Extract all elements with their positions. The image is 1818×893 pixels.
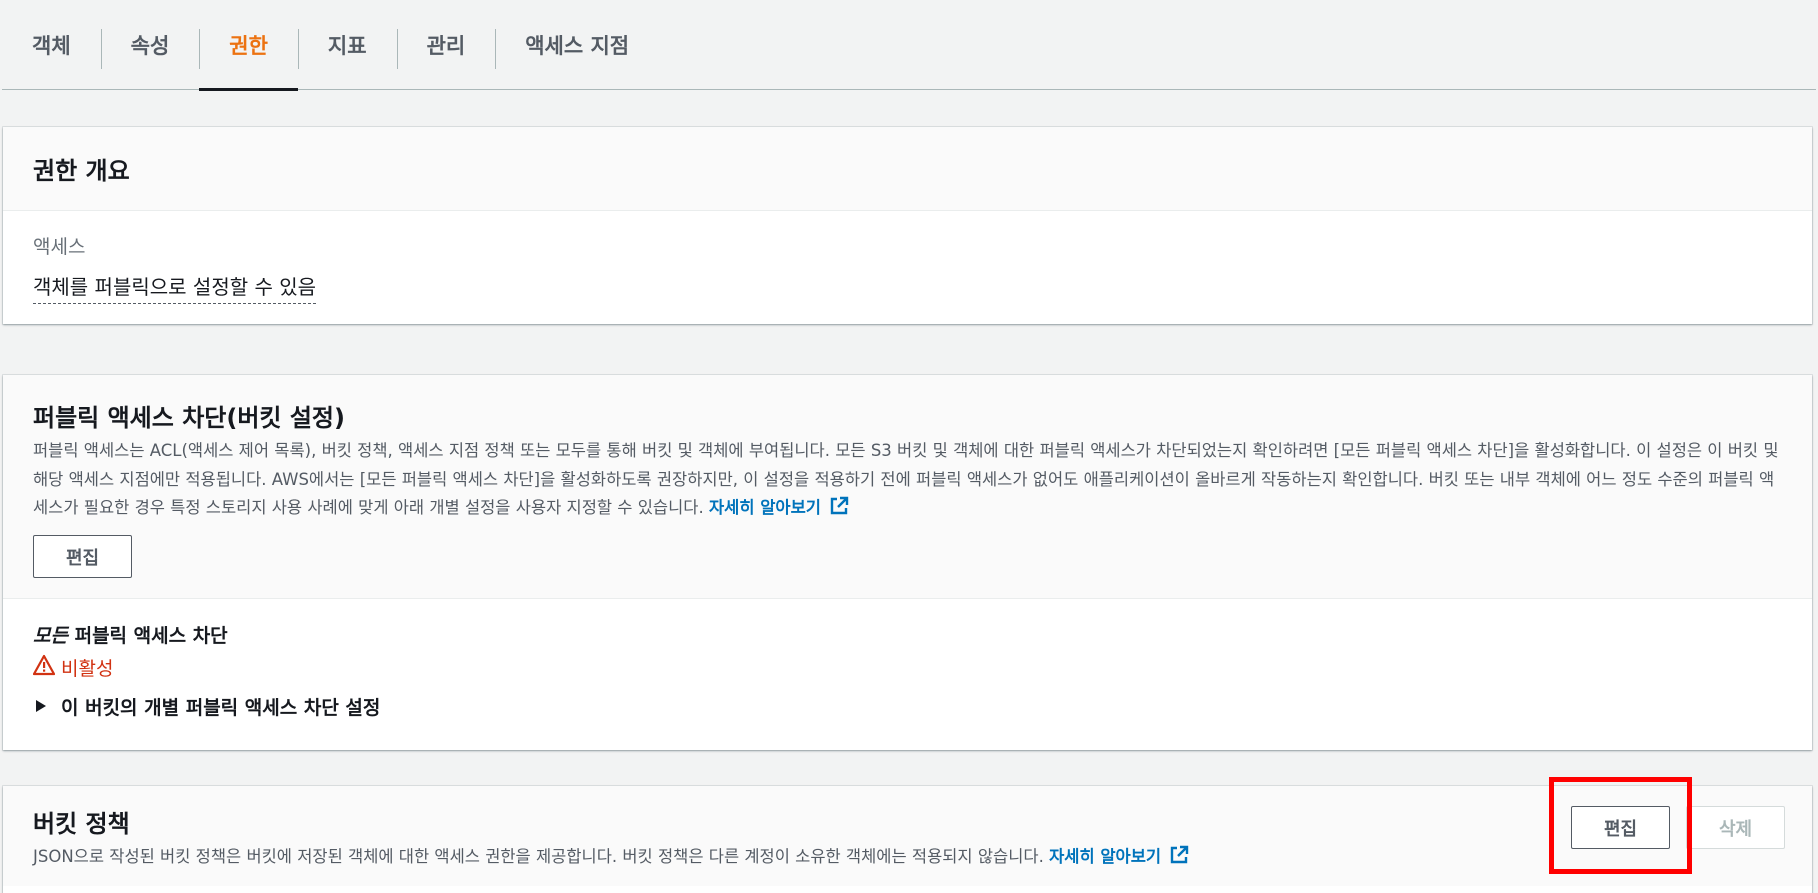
- access-label: 액세스: [33, 236, 86, 258]
- learn-more-link[interactable]: 자세히 알아보기: [708, 496, 849, 517]
- expander-label: 이 버킷의 개별 퍼블릭 액세스 차단 설정: [61, 697, 381, 719]
- permissions-overview-panel: 권한 개요 액세스 객체를 퍼블릭으로 설정할 수 있음: [3, 127, 1812, 324]
- tab-bar: 객체 속성 권한 지표 관리 액세스 지점: [2, 0, 1816, 91]
- warning-icon: [32, 654, 61, 681]
- panel-header: 권한 개요: [3, 127, 1812, 211]
- description-text: JSON으로 작성된 버킷 정책은 버킷에 저장된 객체에 대한 액세스 권한을…: [33, 847, 1044, 866]
- individual-settings-expander[interactable]: 이 버킷의 개별 퍼블릭 액세스 차단 설정: [33, 693, 1782, 720]
- access-value[interactable]: 객체를 퍼블릭으로 설정할 수 있음: [33, 271, 317, 304]
- panel-title: 퍼블릭 액세스 차단(버킷 설정): [33, 404, 345, 432]
- learn-more-label: 자세히 알아보기: [1049, 847, 1162, 866]
- tab-access-points[interactable]: 액세스 지점: [495, 0, 659, 90]
- tab-management[interactable]: 관리: [396, 0, 496, 90]
- tab-metrics[interactable]: 지표: [297, 0, 397, 90]
- caret-right-icon: [35, 696, 47, 718]
- bucket-policy-panel: 버킷 정책 JSON으로 작성된 버킷 정책은 버킷에 저장된 객체에 대한 액…: [3, 786, 1812, 893]
- tab-permissions[interactable]: 권한: [199, 0, 298, 91]
- edit-bucket-policy-button[interactable]: 편집: [1571, 806, 1670, 849]
- block-all-public-access-title: 모든 퍼블릭 액세스 차단: [33, 621, 1782, 648]
- panel-title: 버킷 정책: [33, 810, 130, 838]
- learn-more-link[interactable]: 자세히 알아보기: [1049, 845, 1189, 866]
- status-text: 비활성: [61, 658, 114, 680]
- delete-bucket-policy-button[interactable]: 삭제: [1686, 806, 1785, 849]
- learn-more-label: 자세히 알아보기: [708, 498, 821, 517]
- panel-description: 퍼블릭 액세스는 ACL(액세스 제어 목록), 버킷 정책, 액세스 지점 정…: [33, 437, 1782, 526]
- panel-title: 권한 개요: [33, 157, 130, 185]
- panel-header: 버킷 정책 JSON으로 작성된 버킷 정책은 버킷에 저장된 객체에 대한 액…: [3, 786, 1812, 886]
- external-link-icon: [1169, 845, 1189, 875]
- description-text: 퍼블릭 액세스는 ACL(액세스 제어 목록), 버킷 정책, 액세스 지점 정…: [33, 441, 1779, 517]
- panel-header: 퍼블릭 액세스 차단(버킷 설정) 퍼블릭 액세스는 ACL(액세스 제어 목록…: [3, 375, 1812, 599]
- block-public-access-panel: 퍼블릭 액세스 차단(버킷 설정) 퍼블릭 액세스는 ACL(액세스 제어 목록…: [3, 375, 1812, 750]
- tab-objects[interactable]: 객체: [2, 0, 101, 90]
- edit-block-public-access-button[interactable]: 편집: [33, 535, 132, 578]
- title-rest: 퍼블릭 액세스 차단: [67, 625, 228, 647]
- status-badge: 비활성: [32, 654, 1782, 681]
- tab-properties[interactable]: 속성: [100, 0, 200, 90]
- external-link-icon: [829, 496, 849, 526]
- panel-description: JSON으로 작성된 버킷 정책은 버킷에 저장된 객체에 대한 액세스 권한을…: [33, 843, 1782, 875]
- title-emphasis: 모든: [33, 625, 68, 647]
